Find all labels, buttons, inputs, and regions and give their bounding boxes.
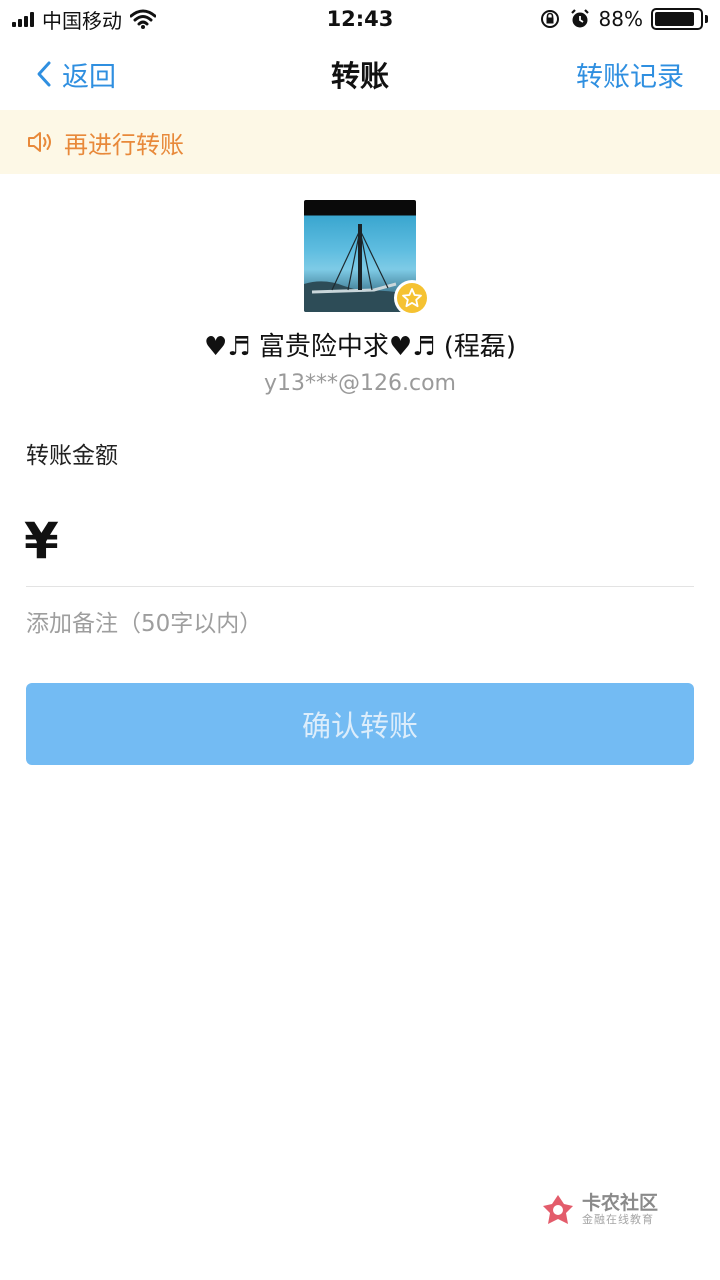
wifi-icon — [130, 9, 156, 29]
status-left: 中国移动 — [12, 5, 156, 34]
notice-bar: 再进行转账 — [0, 110, 720, 174]
status-bar: 中国移动 12:43 88% — [0, 0, 720, 38]
battery-percent: 88% — [598, 7, 643, 31]
back-label: 返回 — [62, 61, 116, 93]
remark-input[interactable]: 添加备注（50字以内） — [26, 604, 262, 638]
avatar-badge — [394, 280, 430, 316]
amount-divider — [26, 586, 694, 587]
watermark-logo: 卡农社区 金融在线教育 — [540, 1192, 658, 1228]
status-right: 88% — [539, 7, 708, 31]
amount-input[interactable] — [80, 500, 694, 580]
watermark-subtitle: 金融在线教育 — [582, 1213, 654, 1227]
currency-symbol: ¥ — [24, 512, 59, 570]
alarm-icon — [570, 9, 589, 28]
rotation-lock-icon — [540, 10, 559, 28]
signal-icon — [12, 11, 34, 27]
notice-text: 再进行转账 — [64, 130, 184, 159]
nav-bar: 返回 转账 转账记录 — [0, 38, 720, 110]
speaker-icon — [28, 132, 51, 152]
confirm-transfer-button[interactable]: 确认转账 — [26, 683, 694, 765]
back-button[interactable]: 返回 — [36, 55, 116, 94]
logo-icon — [543, 1195, 573, 1224]
amount-label: 转账金额 — [26, 443, 118, 469]
star-icon — [402, 288, 422, 308]
chevron-left-icon — [37, 61, 51, 87]
recipient-profile: ♥♬ 富贵险中求♥♬ (程磊) y13***@126.com — [0, 200, 720, 396]
transfer-records-link[interactable]: 转账记录 — [576, 55, 684, 94]
recipient-name: ♥♬ 富贵险中求♥♬ (程磊) — [203, 332, 517, 362]
carrier-label: 中国移动 — [42, 8, 122, 33]
watermark-title: 卡农社区 — [582, 1192, 659, 1215]
avatar[interactable] — [304, 200, 430, 316]
recipient-email: y13***@126.com — [264, 371, 456, 396]
battery-icon — [651, 8, 708, 30]
battery-fill — [655, 12, 694, 26]
